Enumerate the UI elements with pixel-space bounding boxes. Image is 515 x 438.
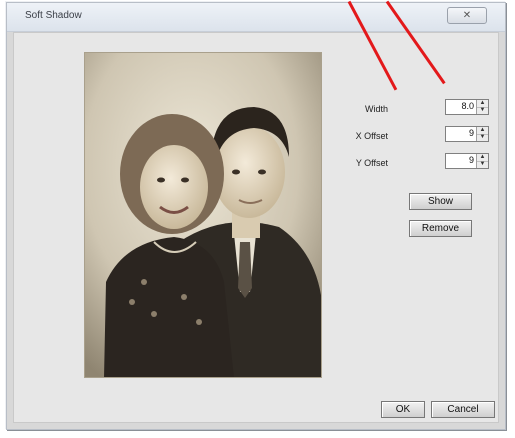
- width-label: Width: [364, 104, 388, 114]
- width-spin-buttons[interactable]: ▲ ▼: [476, 100, 488, 114]
- portrait-image: [84, 52, 322, 378]
- y-offset-label: Y Offset: [355, 158, 388, 168]
- x-offset-value[interactable]: 9: [469, 128, 474, 138]
- y-offset-spin-buttons[interactable]: ▲ ▼: [476, 154, 488, 168]
- x-offset-label: X Offset: [355, 131, 388, 141]
- spin-down-icon[interactable]: ▼: [477, 161, 488, 168]
- width-value[interactable]: 8.0: [461, 101, 474, 111]
- dialog-client-area: Width 8.0 ▲ ▼ X Offset 9 ▲ ▼ Y Offset 9 …: [13, 32, 499, 423]
- y-offset-stepper[interactable]: 9 ▲ ▼: [445, 153, 489, 169]
- close-button[interactable]: ✕: [447, 7, 487, 24]
- ok-button[interactable]: OK: [381, 401, 425, 418]
- title-bar[interactable]: Soft Shadow ✕: [7, 3, 505, 32]
- cancel-button[interactable]: Cancel: [431, 401, 495, 418]
- remove-button[interactable]: Remove: [409, 220, 472, 237]
- close-icon: ✕: [462, 10, 472, 21]
- y-offset-value[interactable]: 9: [469, 155, 474, 165]
- x-offset-spin-buttons[interactable]: ▲ ▼: [476, 127, 488, 141]
- spin-down-icon[interactable]: ▼: [477, 107, 488, 114]
- show-button[interactable]: Show: [409, 193, 472, 210]
- x-offset-stepper[interactable]: 9 ▲ ▼: [445, 126, 489, 142]
- spin-down-icon[interactable]: ▼: [477, 134, 488, 141]
- width-stepper[interactable]: 8.0 ▲ ▼: [445, 99, 489, 115]
- window-title: Soft Shadow: [25, 10, 82, 21]
- preview-photo: [84, 52, 322, 378]
